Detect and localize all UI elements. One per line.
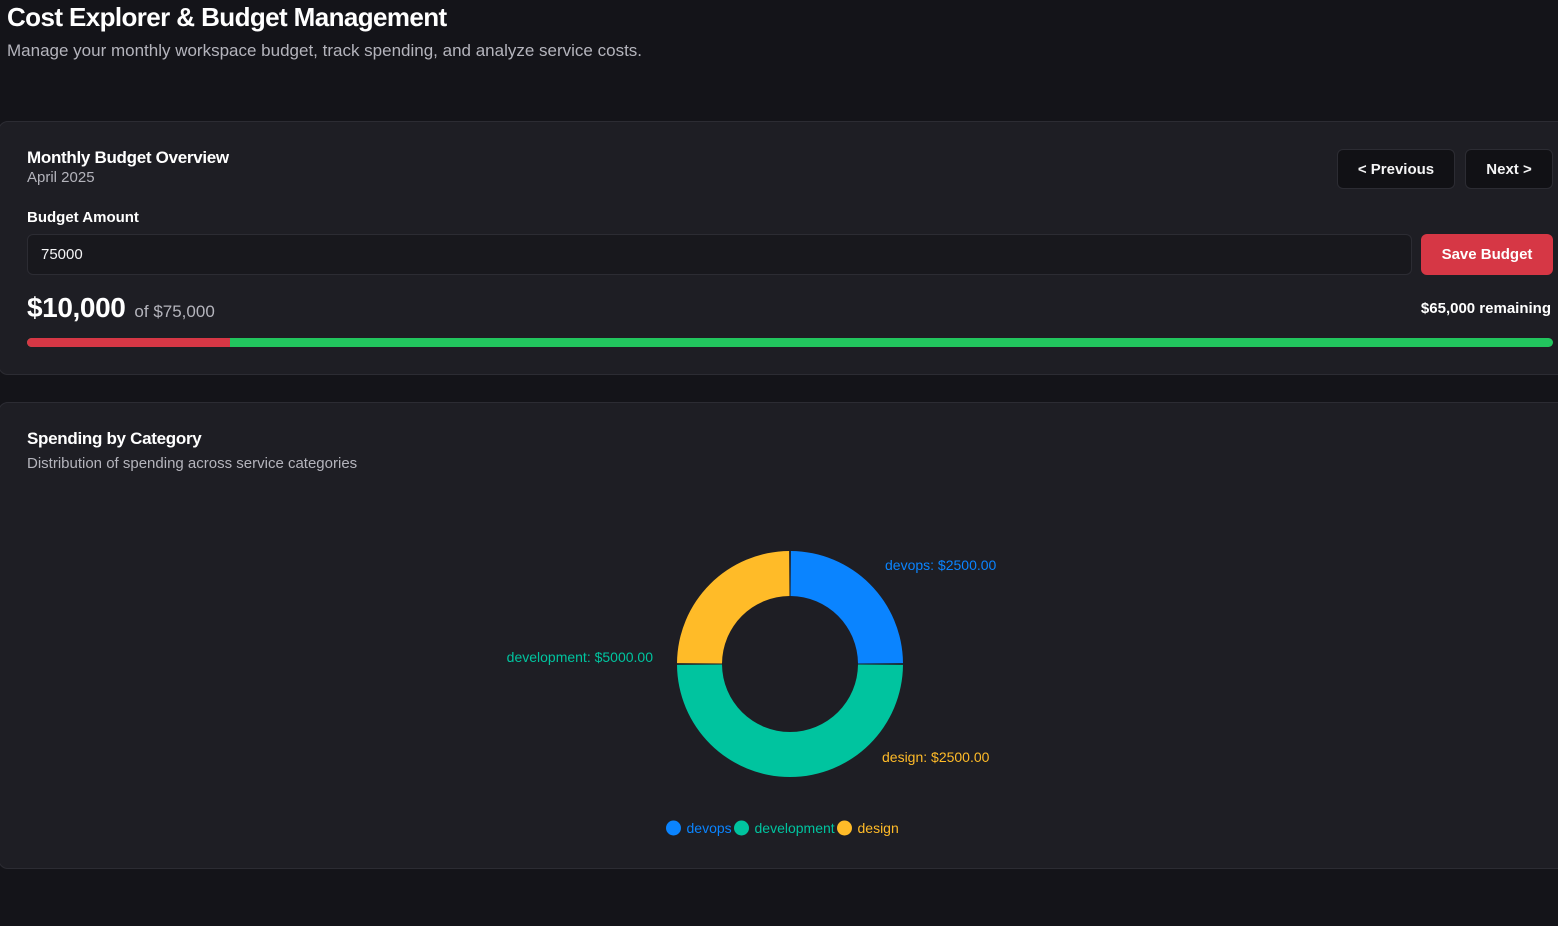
save-budget-button[interactable]: Save Budget [1421, 234, 1553, 275]
page-subtitle: Manage your monthly workspace budget, tr… [7, 41, 643, 60]
legend-label-development[interactable]: development [755, 820, 835, 836]
budget-progress-bar [27, 338, 1553, 347]
legend-label-devops[interactable]: devops [687, 820, 732, 836]
legend-swatch-design [837, 820, 852, 836]
budget-amount-label: Budget Amount [27, 209, 139, 226]
budget-month: April 2025 [27, 169, 95, 186]
page-title: Cost Explorer & Budget Management [7, 2, 447, 32]
donut-slice-design[interactable] [677, 551, 790, 664]
data-label-design: design: $2500.00 [882, 749, 990, 765]
spending-donut-chart: devops: $2500.00 development: $5000.00 des… [507, 551, 997, 836]
legend-swatch-devops [666, 820, 681, 836]
budget-progress-fill [27, 338, 231, 347]
remaining-amount: $65,000 remaining [1420, 300, 1551, 317]
budget-total: of $75,000 [134, 302, 215, 321]
spent-summary: $10,000 of $75,000 [27, 292, 215, 324]
spent-amount: $10,000 [27, 292, 126, 323]
budget-overview-card: Monthly Budget Overview April 2025 < Pre… [0, 121, 1558, 375]
next-month-button[interactable]: Next > [1465, 149, 1553, 189]
data-label-development: development: $5000.00 [507, 649, 654, 665]
data-label-devops: devops: $2500.00 [885, 557, 997, 573]
spending-by-category-card: Spending by Category Distribution of spe… [0, 402, 1558, 869]
donut-slice-development[interactable] [677, 664, 903, 777]
budget-amount-input[interactable] [27, 234, 1412, 275]
legend-label-design[interactable]: design [858, 820, 899, 836]
legend-swatch-development [734, 820, 749, 836]
budget-overview-title: Monthly Budget Overview [27, 148, 229, 167]
previous-month-button[interactable]: < Previous [1337, 149, 1455, 189]
page-header: Cost Explorer & Budget Management Manage… [7, 0, 642, 63]
